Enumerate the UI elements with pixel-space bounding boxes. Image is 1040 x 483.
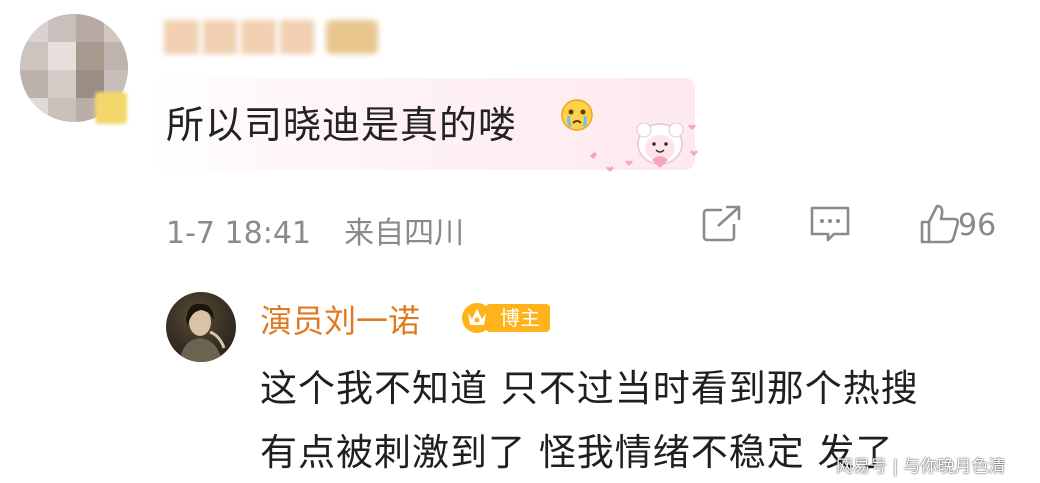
level-badge-icon [326,20,378,54]
reply-author-name[interactable]: 演员刘一诺 [260,296,420,342]
crown-icon [462,303,492,333]
comment-card: 所以司晓迪是真的喽 1-7 18:41 来自四川 96 演员刘一诺 博主 这个我… [0,0,1040,483]
watermark: 网易号 | 与你晚月色清 [836,457,1006,477]
reply-icon[interactable] [808,202,852,246]
sheep-sticker-icon [590,122,698,172]
like-icon[interactable] [918,202,962,246]
reply-text-line-2: 有点被刺激到了 怪我情绪不稳定 发了 [260,431,894,474]
comment-text: 所以司晓迪是真的喽 [166,103,518,147]
commenter-name-blurred[interactable] [164,20,314,54]
comment-time: 1-7 18:41 [166,216,311,251]
vip-badge-icon [95,92,127,124]
reply-text-line-1: 这个我不知道 只不过当时看到那个热搜 [260,367,919,410]
blogger-badge-label: 博主 [486,304,550,332]
avatar-photo-icon [180,303,226,362]
share-icon[interactable] [700,202,744,246]
reply-author-avatar[interactable] [166,292,236,362]
comment-source: 来自四川 [344,216,465,251]
comment-meta: 1-7 18:41 来自四川 [166,208,464,252]
like-count: 96 [958,208,997,243]
blogger-badge: 博主 [460,300,550,334]
